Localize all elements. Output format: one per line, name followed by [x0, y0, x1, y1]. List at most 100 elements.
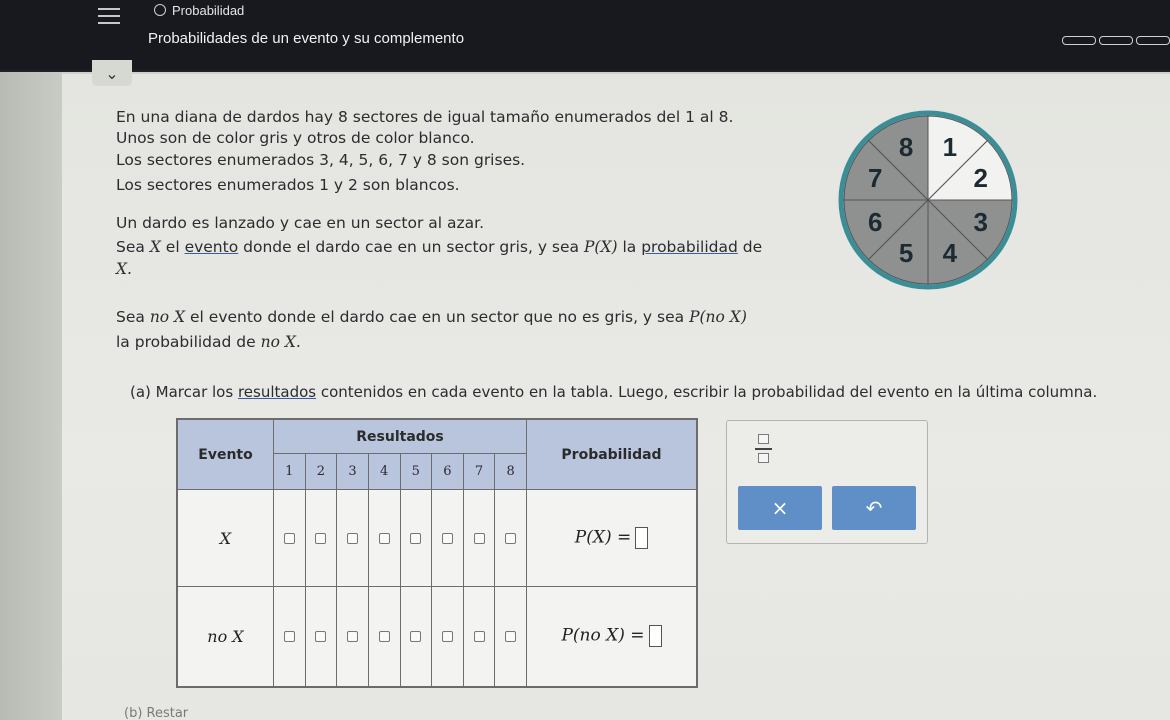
probability-cell: P(no X) = [526, 585, 697, 688]
outcome-cell [304, 489, 338, 587]
outcome-checkbox[interactable] [378, 630, 390, 642]
problem-line: Los sectores enumerados 1 y 2 son blanco… [116, 176, 460, 194]
outcome-checkbox[interactable] [473, 630, 485, 642]
problem-line: Un dardo es lanzado y cae en un sector a… [116, 214, 485, 232]
outcome-checkbox[interactable] [441, 630, 453, 642]
outcome-checkbox[interactable] [505, 630, 517, 642]
outcome-cell [399, 489, 433, 587]
menu-icon[interactable] [98, 8, 120, 28]
text: donde el dardo cae en un sector gris, y … [238, 238, 584, 256]
outcome-checkbox[interactable] [505, 532, 517, 544]
outcome-checkbox[interactable] [378, 532, 390, 544]
dartboard-label-7: 7 [868, 163, 882, 193]
progress-segment [1136, 36, 1170, 45]
outcome-checkbox[interactable] [473, 532, 485, 544]
outcome-cell [462, 585, 496, 688]
header-resultados: Resultados [273, 418, 527, 455]
math-p-x: P(X) [583, 238, 618, 256]
problem-line: En una diana de dardos hay 8 sectores de… [116, 108, 734, 126]
problem-line: Los sectores enumerados 3, 4, 5, 6, 7 y … [116, 151, 526, 169]
collapse-chevron-icon[interactable]: ⌄ [92, 60, 132, 86]
progress-segment [1099, 36, 1133, 45]
probability-label: P(X) = [574, 527, 632, 548]
page-title: Probabilidades de un evento y su complem… [148, 30, 465, 47]
outcomes-table: Evento Resultados Probabilidad 12345678 … [176, 418, 698, 688]
outcome-cell [367, 585, 401, 688]
text: (a) Marcar los [130, 383, 238, 401]
dartboard-label-2: 2 [974, 163, 988, 193]
text: el [160, 238, 185, 256]
text: de [737, 238, 763, 256]
probability-cell: P(X) = [526, 489, 697, 587]
outcome-header-3: 3 [336, 453, 369, 491]
text: la [617, 238, 642, 256]
progress-segment [1062, 36, 1096, 45]
text: contenidos en cada evento en la tabla. L… [316, 383, 1098, 401]
dartboard-label-3: 3 [974, 207, 988, 237]
text: Sea [116, 238, 150, 256]
probability-answer-input[interactable] [635, 527, 649, 550]
dartboard-label-1: 1 [943, 132, 957, 162]
outcome-cell [273, 585, 306, 688]
header-probabilidad: Probabilidad [526, 418, 697, 491]
outcome-cell [399, 585, 433, 688]
outcome-checkbox[interactable] [315, 532, 327, 544]
topic-status-icon [154, 4, 166, 16]
outcome-cell [367, 489, 401, 587]
probability-label: P(no X) = [561, 625, 645, 646]
outcome-checkbox[interactable] [283, 532, 295, 544]
outcome-checkbox[interactable] [315, 630, 327, 642]
math-x: X [149, 238, 161, 256]
event-label: no X [177, 585, 274, 688]
part-a-instructions: (a) Marcar los resultados contenidos en … [130, 383, 1097, 401]
outcome-header-4: 4 [367, 453, 401, 491]
dartboard-image: 12 3456 78 [838, 110, 1018, 290]
outcome-checkbox[interactable] [347, 630, 359, 642]
outcome-cell [431, 489, 464, 587]
problem-line: X. [116, 260, 132, 278]
left-margin [0, 0, 62, 720]
event-label: X [177, 489, 274, 587]
outcome-checkbox[interactable] [410, 630, 422, 642]
problem-line: la probabilidad de no X. [116, 333, 301, 351]
breadcrumb: Probabilidad [172, 3, 245, 18]
probability-answer-input[interactable] [648, 625, 662, 648]
outcome-cell [273, 489, 306, 587]
fraction-icon[interactable] [754, 432, 774, 466]
text: Sea [116, 308, 150, 326]
outcome-cell [336, 489, 369, 587]
outcome-cell [431, 585, 464, 688]
top-bar: Probabilidad Probabilidades de un evento… [0, 0, 1170, 72]
text: el evento donde el dardo cae en un secto… [185, 308, 690, 326]
outcome-header-2: 2 [304, 453, 338, 491]
math-p-no-x: P(no X) [689, 308, 747, 326]
clear-button[interactable]: × [738, 486, 822, 530]
math-no-x: no X [149, 308, 186, 326]
problem-line-event-no-x: Sea no X el evento donde el dardo cae en… [116, 308, 747, 326]
problem-line: Unos son de color gris y otros de color … [116, 129, 475, 147]
header-evento: Evento [177, 418, 274, 491]
outcome-cell [462, 489, 496, 587]
outcome-checkbox[interactable] [441, 532, 453, 544]
outcome-header-1: 1 [273, 453, 306, 491]
resultados-link[interactable]: resultados [238, 383, 316, 401]
text: la probabilidad de [116, 333, 261, 351]
outcome-header-7: 7 [462, 453, 496, 491]
outcome-cell [494, 585, 527, 688]
dartboard-label-8: 8 [899, 132, 913, 162]
dartboard-label-4: 4 [943, 238, 958, 268]
undo-button[interactable]: ↶ [832, 486, 916, 530]
evento-link[interactable]: evento [185, 238, 239, 256]
dartboard-label-6: 6 [868, 207, 882, 237]
math-no-x: no X. [260, 333, 301, 351]
dartboard-label-5: 5 [899, 238, 913, 268]
outcome-header-5: 5 [399, 453, 433, 491]
outcome-checkbox[interactable] [283, 630, 295, 642]
outcome-cell [336, 585, 369, 688]
outcome-cell [494, 489, 527, 587]
part-b-label: (b) Restar [124, 706, 189, 720]
outcome-checkbox[interactable] [347, 532, 359, 544]
probabilidad-link[interactable]: probabilidad [641, 238, 738, 256]
outcome-checkbox[interactable] [410, 532, 422, 544]
outcome-header-8: 8 [494, 453, 527, 491]
